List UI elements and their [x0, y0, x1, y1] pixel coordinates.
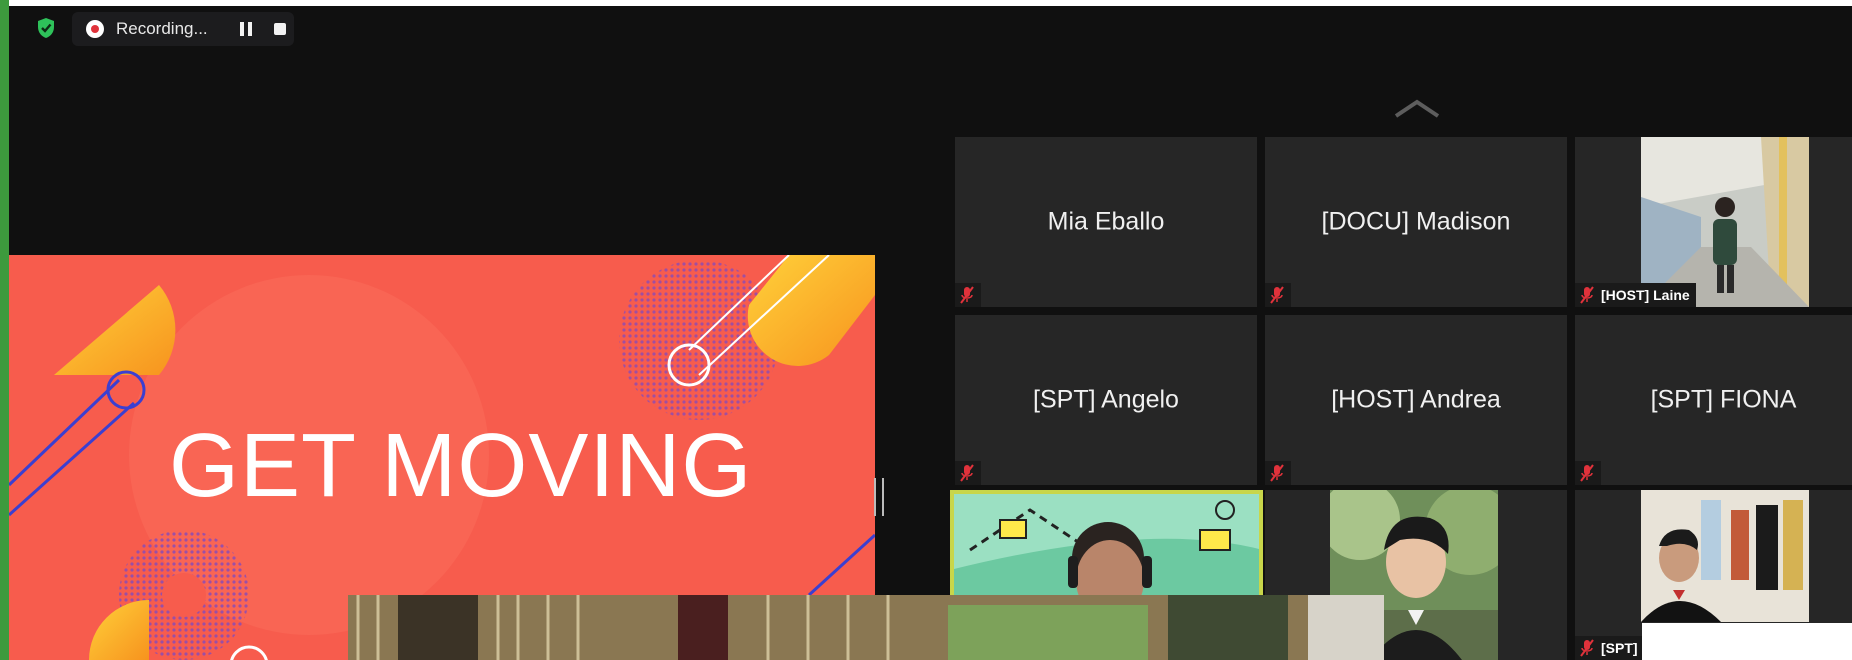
window-top-edge [9, 0, 1852, 6]
slide-title: GET MOVING [169, 416, 753, 516]
muted-mic-icon [1575, 461, 1601, 485]
pause-recording-button[interactable] [240, 22, 254, 36]
recording-indicator: Recording... [72, 12, 294, 46]
floating-video-window[interactable] [348, 595, 1384, 660]
participant-name: [SPT] Angelo [1033, 385, 1179, 414]
pause-icon-bar [248, 22, 252, 36]
muted-mic-icon [1265, 283, 1291, 307]
participant-video [1641, 490, 1809, 622]
muted-mic-icon [955, 461, 981, 485]
muted-mic-icon: [SPT] [1575, 636, 1644, 660]
participant-tile[interactable]: [SPT] FIONA [1575, 315, 1852, 485]
recording-status: Recording... [116, 19, 208, 38]
shield-check-icon[interactable] [36, 17, 56, 39]
participant-tile[interactable]: [DOCU] Madison [1265, 137, 1567, 307]
participant-tile[interactable]: [SPT] Angelo [955, 315, 1257, 485]
window-border [0, 0, 9, 660]
participant-name: [SPT] FIONA [1650, 385, 1797, 414]
muted-mic-icon [955, 283, 981, 307]
pause-icon-bar [240, 22, 244, 36]
participant-tile[interactable]: [HOST] Laine [1575, 137, 1852, 307]
participant-tile[interactable]: [HOST] Andrea [1265, 315, 1567, 485]
participant-tile[interactable]: Mia Eballo [955, 137, 1257, 307]
participant-name: [DOCU] Madison [1321, 207, 1511, 236]
participant-name: [HOST] Andrea [1331, 385, 1501, 414]
participant-name: [HOST] Laine [1601, 287, 1690, 303]
record-dot-icon [86, 20, 104, 38]
split-view-drag-handle[interactable] [874, 478, 884, 516]
stop-recording-button[interactable] [274, 23, 286, 35]
participant-name: Mia Eballo [1047, 207, 1165, 236]
participant-name: [SPT] [1601, 640, 1638, 656]
muted-mic-icon [1265, 461, 1291, 485]
muted-mic-icon: [HOST] Laine [1575, 283, 1696, 307]
chevron-up-icon[interactable] [1392, 96, 1442, 120]
participant-video [1641, 137, 1809, 307]
video-overlay-patch [1642, 623, 1852, 660]
